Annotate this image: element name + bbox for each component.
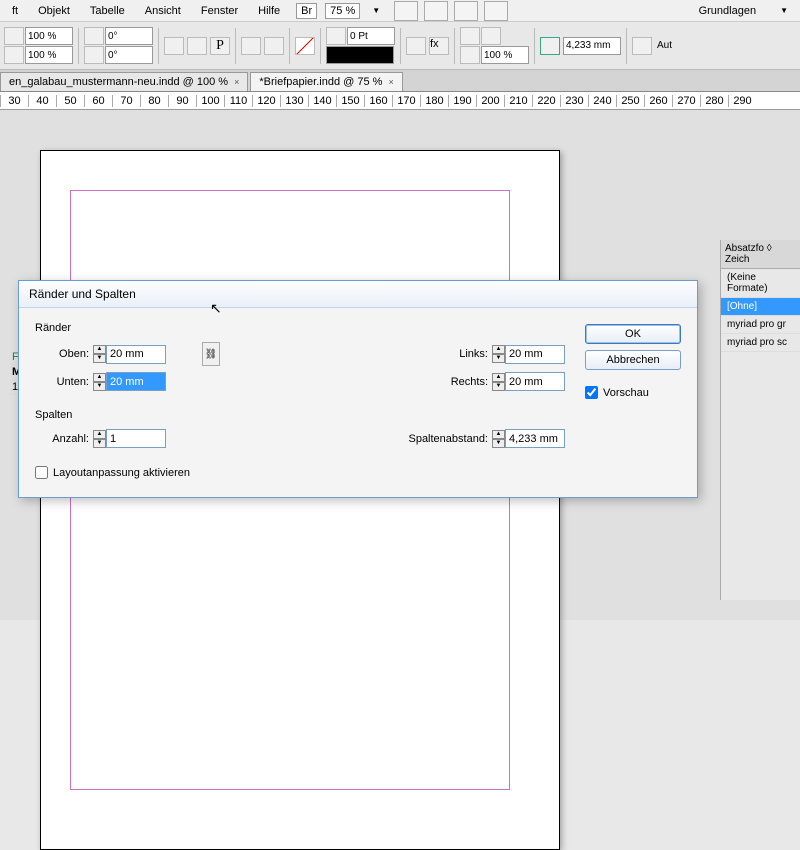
- paragraph-icon[interactable]: P: [210, 37, 230, 55]
- paragraph-styles-panel: Absatzfo ◊ Zeich (Keine Formate) [Ohne] …: [720, 240, 800, 600]
- margin-left-field[interactable]: [505, 345, 565, 364]
- stepper-up-icon[interactable]: ▲: [492, 430, 505, 439]
- panel-header[interactable]: Absatzfo ◊ Zeich: [721, 240, 800, 269]
- stroke-style[interactable]: [326, 46, 394, 64]
- fit-icon[interactable]: [632, 37, 652, 55]
- tab-label: *Briefpapier.indd @ 75 %: [259, 76, 382, 88]
- group-label: Ränder: [35, 322, 565, 334]
- stroke-field[interactable]: 0 Pt: [347, 27, 395, 45]
- shear-field[interactable]: 0°: [105, 46, 153, 64]
- screen-mode-icon[interactable]: [424, 1, 448, 21]
- margin-top-field[interactable]: [106, 345, 166, 364]
- menu-item[interactable]: Hilfe: [250, 3, 288, 19]
- menu-item[interactable]: Fenster: [193, 3, 246, 19]
- stepper-up-icon[interactable]: ▲: [93, 430, 106, 439]
- flip-v-icon[interactable]: [187, 37, 207, 55]
- arrange-icon[interactable]: [454, 1, 478, 21]
- crop-icon[interactable]: [540, 37, 560, 55]
- gutter-field[interactable]: [505, 429, 565, 448]
- left-label: Links:: [434, 348, 488, 360]
- cancel-button[interactable]: Abbrechen: [585, 350, 681, 370]
- menu-item[interactable]: ft: [4, 3, 26, 19]
- right-label: Rechts:: [434, 376, 488, 388]
- stepper-up-icon[interactable]: ▲: [492, 345, 505, 354]
- zoom-field[interactable]: 75 %: [325, 3, 360, 19]
- count-label: Anzahl:: [35, 433, 89, 445]
- margin-bottom-field[interactable]: [106, 372, 166, 391]
- style-row[interactable]: (Keine Formate): [721, 269, 800, 298]
- shear-icon[interactable]: [84, 46, 104, 64]
- dialog-title: Ränder und Spalten: [19, 281, 697, 308]
- margin-right-field[interactable]: [505, 372, 565, 391]
- columns-group: Spalten Anzahl:▲▼ Spaltenabstand:▲▼: [35, 409, 565, 448]
- group-label: Spalten: [35, 409, 565, 421]
- close-icon[interactable]: ×: [388, 77, 393, 87]
- menu-bar: ft Objekt Tabelle Ansicht Fenster Hilfe …: [0, 0, 800, 22]
- stepper-down-icon[interactable]: ▼: [93, 354, 106, 363]
- layout-adjust-label: Layoutanpassung aktivieren: [53, 467, 190, 479]
- style-row[interactable]: myriad pro sc: [721, 334, 800, 352]
- document-tab[interactable]: en_galabau_mustermann-neu.indd @ 100 % ×: [0, 72, 248, 91]
- menu-item[interactable]: Objekt: [30, 3, 78, 19]
- opacity-field[interactable]: 100 %: [481, 46, 529, 64]
- stepper-down-icon[interactable]: ▼: [93, 439, 106, 448]
- top-label: Oben:: [35, 348, 89, 360]
- margins-columns-dialog: Ränder und Spalten Ränder Oben:▲▼ ⛓ Link…: [18, 280, 698, 498]
- menu-item[interactable]: Ansicht: [137, 3, 189, 19]
- preview-checkbox[interactable]: [585, 386, 598, 399]
- preview-label: Vorschau: [603, 387, 649, 399]
- scale-x-field[interactable]: 100 %: [25, 27, 73, 45]
- stroke-weight-icon[interactable]: [326, 27, 346, 45]
- wrap3-icon[interactable]: [460, 46, 480, 64]
- effects-icon[interactable]: [406, 37, 426, 55]
- control-panel: 100 %100 % 0°0° P 0 Pt fx 100 % 4,233 mm…: [0, 22, 800, 70]
- document-tabs: en_galabau_mustermann-neu.indd @ 100 %× …: [0, 70, 800, 92]
- flip-h-icon[interactable]: [164, 37, 184, 55]
- style-row[interactable]: [Ohne]: [721, 298, 800, 316]
- stepper-up-icon[interactable]: ▲: [93, 373, 106, 382]
- column-count-field[interactable]: [106, 429, 166, 448]
- tab-label: en_galabau_mustermann-neu.indd @ 100 %: [9, 76, 228, 88]
- workspace-selector[interactable]: Grundlagen: [691, 3, 765, 19]
- view-mode-icon[interactable]: [394, 1, 418, 21]
- dim-field[interactable]: 4,233 mm: [563, 37, 621, 55]
- style-row[interactable]: myriad pro gr: [721, 316, 800, 334]
- stepper-down-icon[interactable]: ▼: [93, 382, 106, 391]
- document-tab[interactable]: *Briefpapier.indd @ 75 % ×: [250, 72, 402, 91]
- wrap1-icon[interactable]: [460, 27, 480, 45]
- wrap2-icon[interactable]: [481, 27, 501, 45]
- y-icon[interactable]: [4, 46, 24, 64]
- stepper-up-icon[interactable]: ▲: [93, 345, 106, 354]
- rotate-icon[interactable]: [84, 27, 104, 45]
- arrange2-icon[interactable]: [484, 1, 508, 21]
- no-stroke-icon[interactable]: [295, 37, 315, 55]
- close-icon[interactable]: ×: [234, 77, 239, 87]
- menu-item[interactable]: Tabelle: [82, 3, 133, 19]
- horizontal-ruler[interactable]: 3040506070809010011012013014015016017018…: [0, 92, 800, 110]
- auto-label: Aut: [657, 40, 672, 51]
- gutter-label: Spaltenabstand:: [388, 433, 488, 445]
- stepper-down-icon[interactable]: ▼: [492, 382, 505, 391]
- select-container-icon[interactable]: [241, 37, 261, 55]
- select-content-icon[interactable]: [264, 37, 284, 55]
- margins-group: Ränder Oben:▲▼ ⛓ Links:▲▼ Unten:▲▼ Recht…: [35, 322, 565, 391]
- bridge-button[interactable]: Br: [296, 3, 317, 19]
- bottom-label: Unten:: [35, 376, 89, 388]
- ok-button[interactable]: OK: [585, 324, 681, 344]
- layout-adjust-checkbox[interactable]: [35, 466, 48, 479]
- stepper-up-icon[interactable]: ▲: [492, 373, 505, 382]
- stepper-down-icon[interactable]: ▼: [492, 439, 505, 448]
- stepper-down-icon[interactable]: ▼: [492, 354, 505, 363]
- link-margins-icon[interactable]: ⛓: [202, 342, 220, 366]
- scale-y-field[interactable]: 100 %: [25, 46, 73, 64]
- rotate-field[interactable]: 0°: [105, 27, 153, 45]
- x-icon[interactable]: [4, 27, 24, 45]
- drop-shadow-icon[interactable]: fx: [429, 37, 449, 55]
